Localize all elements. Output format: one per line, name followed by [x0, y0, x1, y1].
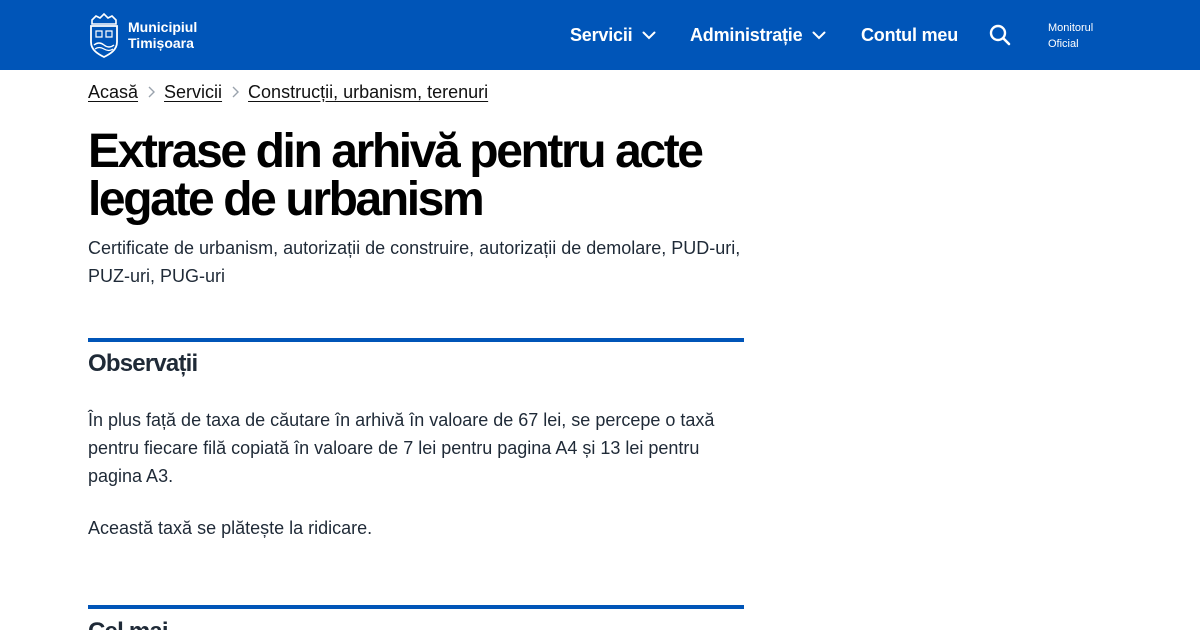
logo-line-1: Municipiul	[128, 19, 198, 35]
page-title: Extrase din arhivă pentru acte legate de…	[88, 125, 704, 226]
observatii-paragraph: În plus față de taxa de căutare în arhiv…	[88, 410, 715, 486]
section-divider	[88, 338, 744, 342]
monitor-line-2: Oficial	[1048, 38, 1079, 50]
breadcrumb: Acasă Servicii Construcții, urbanism, te…	[88, 79, 488, 105]
nav-administratie-dropdown[interactable]: Administrație	[690, 0, 826, 70]
chevron-down-icon	[812, 31, 826, 39]
chevron-right-icon	[232, 86, 240, 98]
nav-contul-meu-label: Contul meu	[861, 24, 958, 45]
breadcrumb-acasa[interactable]: Acasă	[88, 82, 138, 103]
search-icon	[989, 24, 1011, 46]
page-subtitle: Certificate de urbanism, autorizații de …	[88, 238, 741, 286]
municipality-logo-link[interactable]: Municipiul Timișoara	[88, 11, 197, 59]
section-divider	[88, 605, 744, 609]
logo-line-2: Timișoara	[128, 35, 194, 51]
nav-servicii-dropdown[interactable]: Servicii	[570, 0, 656, 70]
breadcrumb-constructii[interactable]: Construcții, urbanism, terenuri	[248, 82, 488, 103]
breadcrumb-servicii[interactable]: Servicii	[164, 82, 222, 103]
observatii-heading: Observații	[88, 350, 198, 377]
chevron-down-icon	[642, 31, 656, 39]
next-section-heading: Cel mai	[88, 618, 169, 630]
logo-text: Municipiul Timișoara	[128, 19, 197, 51]
coat-of-arms-icon	[90, 12, 118, 58]
nav-contul-meu-link[interactable]: Contul meu	[861, 0, 958, 70]
search-button[interactable]	[988, 23, 1012, 47]
top-navigation-bar: Municipiul Timișoara Servicii Administra…	[0, 0, 1200, 70]
monitorul-oficial-link[interactable]: Monitorul Oficial	[1048, 20, 1093, 52]
chevron-right-icon	[148, 86, 156, 98]
nav-administratie-label: Administrație	[690, 24, 803, 45]
monitor-line-1: Monitorul	[1048, 22, 1094, 34]
observatii-paragraph: Această taxă se plătește la ridicare.	[88, 518, 373, 538]
nav-servicii-label: Servicii	[570, 24, 633, 45]
